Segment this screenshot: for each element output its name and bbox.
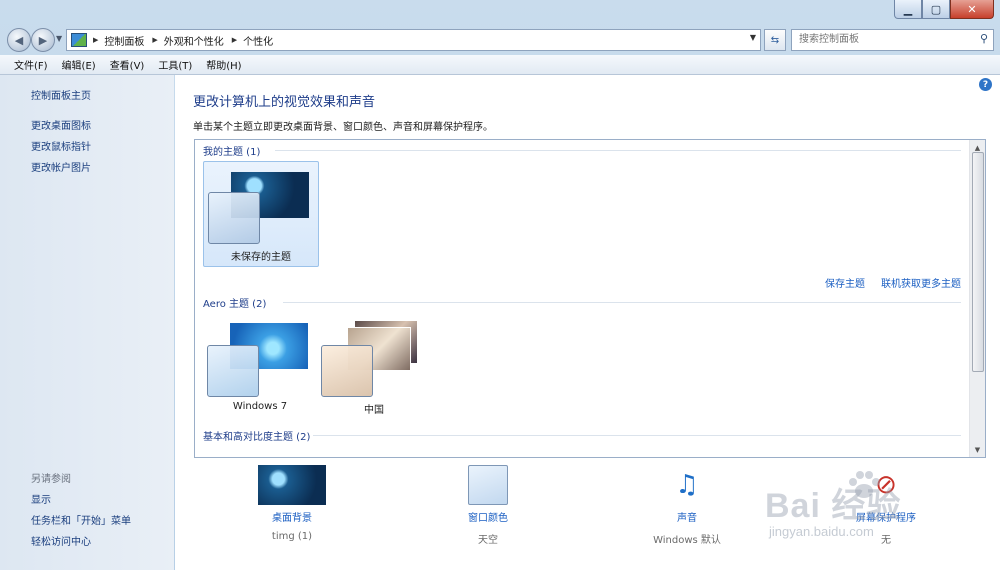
window-controls: ▁ ▢ ✕ — [894, 0, 994, 19]
sounds-label[interactable]: 声音 — [627, 509, 747, 524]
theme-label: Windows 7 — [232, 401, 288, 412]
breadcrumb-personalization[interactable]: 个性化 — [243, 33, 273, 48]
theme-label: 未保存的主题 — [231, 252, 291, 263]
content-pane: ? 更改计算机上的视觉效果和声音 单击某个主题立即更改桌面背景、窗口颜色、声音和… — [175, 75, 1000, 570]
menu-file[interactable]: 文件(F) — [14, 57, 48, 72]
theme-glass-preview — [208, 192, 260, 244]
task-pane: 控制面板主页 更改桌面图标 更改鼠标指针 更改帐户图片 另请参阅 显示 任务栏和… — [0, 75, 174, 570]
search-box: ⚲ — [791, 29, 994, 51]
group-divider — [283, 302, 961, 303]
page-title: 更改计算机上的视觉效果和声音 — [193, 95, 376, 110]
forward-arrow-icon: ▶ — [38, 33, 48, 47]
breadcrumb-separator-icon[interactable]: ▶ — [232, 36, 237, 44]
theme-list-scrollbar[interactable]: ▲ ▼ — [969, 140, 985, 457]
window-color-swatch — [468, 465, 508, 505]
forward-button[interactable]: ▶ — [31, 28, 55, 52]
save-theme-link[interactable]: 保存主题 — [825, 275, 865, 290]
group-divider — [275, 150, 961, 151]
sounds-item[interactable]: ♫ 声音 Windows 默认 — [627, 465, 747, 546]
menu-tools[interactable]: 工具(T) — [158, 57, 192, 72]
see-also-display-link[interactable]: 显示 — [31, 491, 51, 506]
breadcrumb-control-panel[interactable]: 控制面板 — [104, 33, 144, 48]
screen-saver-value: 无 — [881, 535, 891, 546]
desktop-background-item[interactable]: 桌面背景 timg (1) — [232, 465, 352, 542]
close-button[interactable]: ✕ — [950, 0, 994, 19]
menu-help[interactable]: 帮助(H) — [206, 57, 241, 72]
breadcrumb-separator-icon[interactable]: ▶ — [152, 36, 157, 44]
change-account-picture-link[interactable]: 更改帐户图片 — [31, 159, 91, 174]
sounds-value: Windows 默认 — [653, 535, 721, 546]
explorer-window: ▁ ▢ ✕ ◀ ▶ ▼ ▶ 控制面板 ▶ 外观和个性化 ▶ 个性化 ▼ ⇆ ⚲ … — [0, 0, 1000, 570]
theme-components: 桌面背景 timg (1) 窗口颜色 天空 ♫ 声音 Windows 默认 ⊘ … — [175, 465, 1000, 570]
menu-edit[interactable]: 编辑(E) — [62, 57, 96, 72]
breadcrumb: ▶ 控制面板 ▶ 外观和个性化 ▶ 个性化 — [93, 33, 281, 48]
see-also-title: 另请参阅 — [31, 474, 71, 485]
theme-label: 中国 — [364, 405, 384, 416]
menu-view[interactable]: 查看(V) — [110, 57, 145, 72]
window-color-label[interactable]: 窗口颜色 — [428, 509, 548, 524]
group-aero-themes: Aero 主题 (2) — [203, 299, 267, 310]
get-more-themes-link[interactable]: 联机获取更多主题 — [881, 275, 961, 290]
screen-saver-icon: ⊘ — [875, 470, 897, 500]
theme-glass-preview — [321, 345, 373, 397]
scrollbar-thumb[interactable] — [972, 152, 984, 372]
group-my-themes: 我的主题 (1) — [203, 147, 261, 158]
menu-bar: 文件(F) 编辑(E) 查看(V) 工具(T) 帮助(H) — [0, 55, 1000, 75]
recent-pages-dropdown[interactable]: ▼ — [56, 34, 62, 43]
theme-list: 我的主题 (1) 未保存的主题 保存主题 联机获取更多主题 Aero 主题 (2… — [194, 139, 986, 458]
music-notes-icon: ♫ — [675, 470, 699, 500]
title-bar: ▁ ▢ ✕ — [0, 0, 1000, 26]
address-bar[interactable]: ▶ 控制面板 ▶ 外观和个性化 ▶ 个性化 ▼ — [66, 29, 761, 51]
navigation-bar: ◀ ▶ ▼ ▶ 控制面板 ▶ 外观和个性化 ▶ 个性化 ▼ ⇆ ⚲ — [0, 26, 1000, 52]
control-panel-home-link[interactable]: 控制面板主页 — [31, 87, 91, 102]
minimize-button[interactable]: ▁ — [894, 0, 922, 19]
theme-china[interactable]: 中国 — [317, 313, 431, 417]
theme-unsaved[interactable]: 未保存的主题 — [203, 161, 319, 267]
desktop-background-value: timg (1) — [271, 531, 313, 542]
theme-glass-preview — [207, 345, 259, 397]
window-color-item[interactable]: 窗口颜色 天空 — [428, 465, 548, 546]
address-dropdown-icon[interactable]: ▼ — [750, 33, 756, 42]
page-subtitle: 单击某个主题立即更改桌面背景、窗口颜色、声音和屏幕保护程序。 — [193, 122, 493, 133]
theme-actions: 保存主题 联机获取更多主题 — [809, 275, 961, 290]
back-arrow-icon: ◀ — [14, 33, 24, 47]
breadcrumb-separator-icon[interactable]: ▶ — [93, 36, 98, 44]
screen-saver-label[interactable]: 屏幕保护程序 — [826, 509, 946, 524]
theme-windows-7[interactable]: Windows 7 — [203, 313, 317, 417]
help-icon[interactable]: ? — [979, 78, 992, 91]
desktop-background-thumbnail — [258, 465, 326, 505]
refresh-icon: ⇆ — [770, 34, 780, 46]
search-icon[interactable]: ⚲ — [980, 32, 988, 45]
breadcrumb-appearance[interactable]: 外观和个性化 — [164, 33, 224, 48]
maximize-button[interactable]: ▢ — [922, 0, 950, 19]
scroll-down-icon[interactable]: ▼ — [970, 442, 985, 457]
refresh-button[interactable]: ⇆ — [764, 29, 786, 51]
group-basic-themes: 基本和高对比度主题 (2) — [203, 432, 311, 443]
back-button[interactable]: ◀ — [7, 28, 31, 52]
group-divider — [313, 435, 961, 436]
change-desktop-icons-link[interactable]: 更改桌面图标 — [31, 117, 91, 132]
see-also-ease-of-access-link[interactable]: 轻松访问中心 — [31, 533, 91, 548]
control-panel-icon — [71, 33, 87, 47]
change-mouse-pointers-link[interactable]: 更改鼠标指针 — [31, 138, 91, 153]
window-color-value: 天空 — [478, 535, 498, 546]
see-also-taskbar-link[interactable]: 任务栏和「开始」菜单 — [31, 512, 131, 527]
search-input[interactable] — [792, 30, 969, 48]
screen-saver-item[interactable]: ⊘ 屏幕保护程序 无 — [826, 465, 946, 546]
desktop-background-label[interactable]: 桌面背景 — [232, 509, 352, 524]
